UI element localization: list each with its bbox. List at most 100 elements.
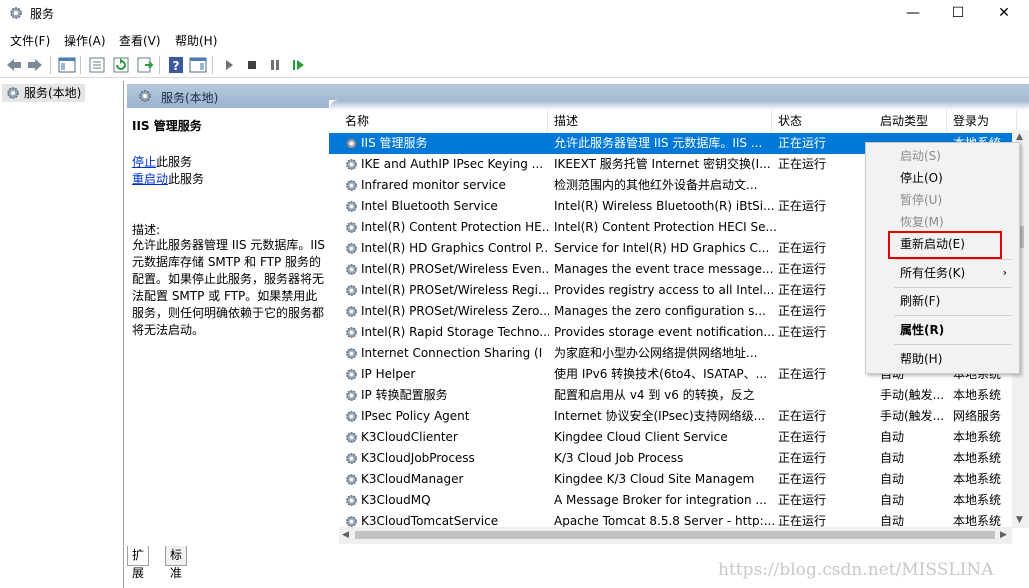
service-logon-cell: 本地系统	[953, 430, 1002, 444]
toolbar-separator	[50, 56, 51, 74]
pause-service-icon[interactable]	[266, 56, 284, 74]
table-row[interactable]: IPsec Policy Agent Internet 协议安全(IPsec)支持…	[329, 406, 1017, 427]
menu-bar: 文件(F) 操作(A) 查看(V) 帮助(H)	[0, 28, 1029, 50]
service-status-cell: 正在运行	[778, 472, 827, 486]
service-desc-cell: 允许此服务器管理 IIS 元数据库。IIS ...	[554, 136, 763, 150]
table-row[interactable]: K3CloudMQ A Message Broker for integratio…	[329, 490, 1017, 511]
menu-item-properties[interactable]: 属性(R)	[866, 319, 1019, 341]
service-name-cell: Intel(R) HD Graphics Control P...	[361, 241, 549, 255]
column-header-log-on-as[interactable]: 登录为	[947, 110, 1017, 132]
column-header-startup-type[interactable]: 启动类型	[874, 110, 947, 132]
menu-file[interactable]: 文件(F)	[10, 32, 50, 49]
service-status-cell: 正在运行	[778, 262, 827, 276]
service-desc-cell: Kingdee Cloud Client Service	[554, 430, 728, 444]
service-status-cell: 正在运行	[778, 430, 827, 444]
service-desc-cell: 使用 IPv6 转换技术(6to4、ISATAP、...	[554, 367, 768, 381]
service-name-cell: IP 转换配置服务	[361, 388, 448, 402]
service-desc-cell: IKEEXT 服务托管 Internet 密钥交换(I...	[554, 157, 771, 171]
service-status-cell: 正在运行	[778, 199, 827, 213]
service-logon-cell: 本地系统	[953, 472, 1002, 486]
service-name-cell: Intel(R) Rapid Storage Techno...	[361, 325, 549, 339]
menu-item-resume[interactable]: 恢复(M)	[866, 211, 1019, 233]
stop-service-icon[interactable]	[243, 56, 261, 74]
properties-icon[interactable]	[88, 56, 106, 74]
action-pane-icon[interactable]	[189, 56, 207, 74]
menu-item-refresh[interactable]: 刷新(F)	[866, 290, 1019, 312]
menu-item-all-tasks[interactable]: 所有任务(K) ›	[866, 262, 1019, 284]
svg-text:?: ?	[173, 59, 180, 73]
horizontal-scrollbar-thumb[interactable]	[355, 531, 995, 539]
close-button[interactable]: ✕	[981, 0, 1027, 26]
menu-action[interactable]: 操作(A)	[64, 32, 106, 49]
service-desc-cell: 检测范围内的其他红外设备并启动文...	[554, 178, 758, 192]
panel-header-label: 服务(本地)	[161, 91, 219, 105]
menu-item-help[interactable]: 帮助(H)	[866, 348, 1019, 370]
scroll-left-icon[interactable]: ◀	[342, 530, 349, 540]
show-console-tree-icon[interactable]	[58, 56, 76, 74]
table-row[interactable]: K3CloudManager Kingdee K/3 Cloud Site Man…	[329, 469, 1017, 490]
tree-item-label: 服务(本地)	[24, 86, 82, 100]
table-row[interactable]: K3CloudTomcatService Apache Tomcat 8.5.8 …	[329, 511, 1017, 528]
back-icon[interactable]	[5, 56, 23, 74]
refresh-icon[interactable]	[112, 56, 130, 74]
service-name-cell: Intel(R) PROSet/Wireless Regi...	[361, 283, 549, 297]
menu-help[interactable]: 帮助(H)	[175, 32, 217, 49]
menu-separator	[894, 315, 1012, 316]
maximize-button[interactable]: ☐	[935, 0, 981, 26]
column-header-name[interactable]: 名称	[339, 110, 548, 132]
service-logon-cell: 本地系统	[953, 514, 1002, 528]
service-name-cell: K3CloudMQ	[361, 493, 431, 507]
forward-icon[interactable]	[26, 56, 44, 74]
service-name-cell: IKE and AuthIP IPsec Keying ...	[361, 157, 544, 171]
scroll-down-icon[interactable]: ▼	[1016, 515, 1023, 525]
help-icon[interactable]: ?	[167, 56, 185, 74]
table-row[interactable]: K3CloudClienter Kingdee Cloud Client Serv…	[329, 427, 1017, 448]
window-title: 服务	[30, 7, 55, 21]
service-desc-cell: Kingdee K/3 Cloud Site Managem	[554, 472, 755, 486]
restart-service-link[interactable]: 重启动	[132, 172, 168, 186]
service-status-cell: 正在运行	[778, 136, 827, 150]
service-desc-cell: A Message Broker for integration ...	[554, 493, 767, 507]
scroll-up-icon[interactable]: ▲	[1016, 132, 1023, 142]
service-logon-cell: 网络服务	[953, 409, 1002, 423]
menu-item-start[interactable]: 启动(S)	[866, 145, 1019, 167]
selected-service-title: IIS 管理服务	[132, 119, 202, 133]
service-name-cell: IP Helper	[361, 367, 416, 381]
title-bar: 服务 — ☐ ✕	[0, 0, 1029, 26]
service-startup-cell: 自动	[880, 472, 905, 486]
restart-service-icon[interactable]	[289, 56, 307, 74]
service-status-cell: 正在运行	[778, 304, 827, 318]
service-desc-cell: Service for Intel(R) HD Graphics C...	[554, 241, 770, 255]
horizontal-scrollbar[interactable]: ◀ ▶	[339, 527, 1012, 544]
scroll-right-icon[interactable]: ▶	[1000, 530, 1007, 540]
menu-item-pause[interactable]: 暂停(U)	[866, 189, 1019, 211]
column-header-description[interactable]: 描述	[548, 110, 772, 132]
table-row[interactable]: K3CloudJobProcess K/3 Cloud Job Process 正在…	[329, 448, 1017, 469]
minimize-button[interactable]: —	[890, 0, 936, 26]
service-name-cell: IIS 管理服务	[361, 136, 428, 150]
menu-separator	[894, 259, 1012, 260]
column-header-status[interactable]: 状态	[772, 110, 875, 132]
export-list-icon[interactable]	[136, 56, 154, 74]
service-name-cell: K3CloudJobProcess	[361, 451, 475, 465]
tree-item-services-local[interactable]: 服务(本地)	[2, 84, 86, 102]
menu-item-stop[interactable]: 停止(O)	[866, 167, 1019, 189]
service-desc-cell: Provides registry access to all Intel...	[554, 283, 775, 297]
service-startup-cell: 自动	[880, 514, 905, 528]
service-name-cell: IPsec Policy Agent	[361, 409, 470, 423]
tab-standard[interactable]: 标准	[165, 546, 188, 580]
service-desc-cell: Intel(R) Wireless Bluetooth(R) iBtSi...	[554, 199, 775, 213]
service-name-cell: K3CloudClienter	[361, 430, 458, 444]
watermark-text: https://blog.csdn.net/MISSLINA	[718, 560, 994, 580]
service-startup-cell: 自动	[880, 451, 905, 465]
service-logon-cell: 本地系统	[953, 493, 1002, 507]
service-desc-cell: K/3 Cloud Job Process	[554, 451, 684, 465]
services-gear-icon	[139, 90, 151, 102]
service-name-cell: Intel(R) PROSet/Wireless Zero...	[361, 304, 549, 318]
menu-view[interactable]: 查看(V)	[119, 32, 161, 49]
start-service-icon[interactable]	[220, 56, 238, 74]
stop-service-link[interactable]: 停止	[132, 155, 156, 169]
service-status-cell: 正在运行	[778, 493, 827, 507]
tab-extended[interactable]: 扩展	[127, 546, 150, 580]
table-row[interactable]: IP 转换配置服务 配置和启用从 v4 到 v6 的转换，反之 手动(触发... 本地…	[329, 385, 1017, 406]
